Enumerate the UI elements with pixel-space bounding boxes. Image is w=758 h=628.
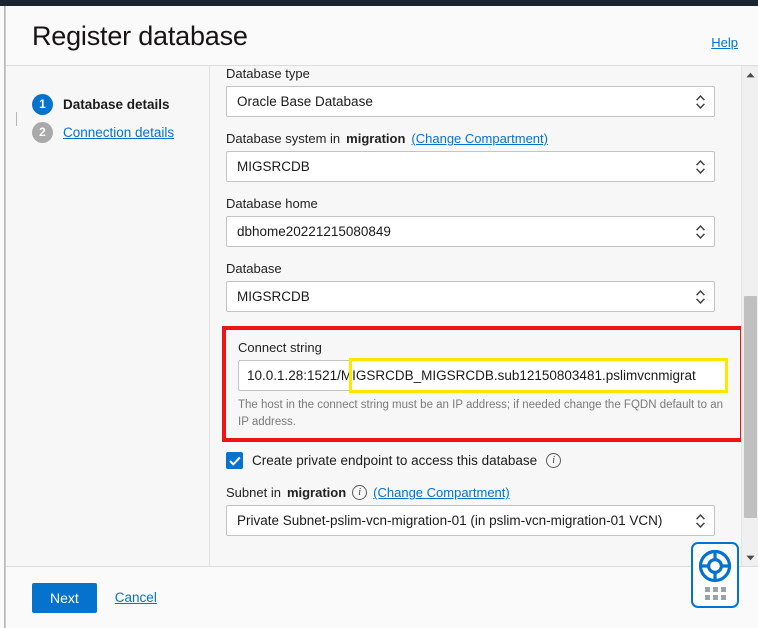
- info-icon[interactable]: i: [352, 485, 368, 501]
- label-database: Database: [226, 261, 739, 276]
- drag-handle-grip-icon[interactable]: [704, 587, 726, 600]
- private-endpoint-checkbox[interactable]: [226, 452, 243, 470]
- dialog-header: Register database Help: [6, 6, 758, 66]
- dialog-footer: Next Cancel: [6, 566, 758, 628]
- connect-string-hint: The host in the connect string must be a…: [238, 399, 723, 428]
- chevron-updown-icon[interactable]: [696, 159, 705, 174]
- label-connect-string-text: Connect string: [238, 340, 322, 355]
- step-number-badge-1: 1: [32, 93, 53, 115]
- chevron-updown-icon[interactable]: [696, 289, 705, 304]
- field-database: Database MIGSRCDB: [226, 261, 739, 312]
- screen-root: Register database Help 1 Database detail…: [0, 0, 758, 628]
- chevron-updown-icon[interactable]: [696, 224, 705, 239]
- chevron-updown-icon[interactable]: [696, 94, 705, 109]
- cancel-link[interactable]: Cancel: [115, 590, 157, 605]
- scroll-up-arrow-icon[interactable]: [742, 66, 758, 83]
- select-database-home[interactable]: dbhome20221215080849: [226, 216, 715, 247]
- private-endpoint-row: Create private endpoint to access this d…: [226, 452, 739, 470]
- label-database-home-text: Database home: [226, 196, 318, 211]
- step-connector-line: [16, 112, 17, 126]
- register-database-dialog: Register database Help 1 Database detail…: [6, 6, 758, 628]
- label-database-type-text: Database type: [226, 66, 310, 81]
- select-database-type-value: Oracle Base Database: [237, 94, 373, 109]
- info-icon[interactable]: i: [546, 453, 562, 469]
- form-content: Database type Oracle Base Database Datab…: [210, 66, 744, 550]
- select-database-system[interactable]: MIGSRCDB: [226, 151, 715, 182]
- background-page-sliver: [0, 6, 5, 628]
- select-database-system-value: MIGSRCDB: [237, 159, 310, 174]
- select-subnet-value: Private Subnet-pslim-vcn-migration-01 (i…: [237, 513, 663, 529]
- connect-string-input[interactable]: 10.0.1.28:1521/MIGSRCDB_MIGSRCDB.sub1215…: [238, 360, 727, 391]
- field-database-home: Database home dbhome20221215080849: [226, 196, 739, 247]
- select-database-value: MIGSRCDB: [237, 289, 310, 304]
- wizard-step-database-details[interactable]: 1 Database details: [32, 90, 209, 118]
- wizard-step-label-1: Database details: [63, 96, 170, 112]
- select-subnet[interactable]: Private Subnet-pslim-vcn-migration-01 (i…: [226, 505, 715, 537]
- next-button[interactable]: Next: [32, 582, 97, 613]
- change-compartment-link-subnet[interactable]: (Change Compartment): [373, 485, 510, 500]
- select-database-home-value: dbhome20221215080849: [237, 224, 391, 239]
- select-database-type[interactable]: Oracle Base Database: [226, 86, 715, 117]
- help-link[interactable]: Help: [711, 35, 738, 50]
- label-database-system-compartment: migration: [346, 131, 406, 146]
- select-database[interactable]: MIGSRCDB: [226, 281, 715, 312]
- label-database-system-prefix: Database system in: [226, 131, 341, 146]
- wizard-step-connection-details[interactable]: 2 Connection details: [32, 118, 209, 146]
- chevron-updown-icon[interactable]: [696, 513, 705, 528]
- label-database-system: Database system in migration (Change Com…: [226, 131, 739, 146]
- connect-string-value: 10.0.1.28:1521/MIGSRCDB_MIGSRCDB.sub1215…: [247, 368, 696, 383]
- form-vertical-scrollbar[interactable]: [741, 66, 758, 566]
- lifesaver-help-widget[interactable]: [691, 542, 739, 608]
- step-number-badge-2: 2: [32, 121, 53, 143]
- page-title: Register database: [32, 21, 248, 51]
- field-database-system: Database system in migration (Change Com…: [226, 131, 739, 182]
- label-database-type: Database type: [226, 66, 739, 81]
- label-database-home: Database home: [226, 196, 739, 211]
- lifesaver-icon: [698, 549, 732, 583]
- wizard-step-label-2[interactable]: Connection details: [63, 125, 174, 140]
- dialog-body: 1 Database details 2 Connection details …: [6, 66, 758, 566]
- connect-string-annotation-box: Connect string 10.0.1.28:1521/MIGSRCDB_M…: [222, 326, 744, 443]
- label-subnet-compartment: migration: [286, 485, 347, 501]
- private-endpoint-label: Create private endpoint to access this d…: [252, 453, 538, 469]
- field-subnet: Subnet in migration i (Change Compartmen…: [226, 485, 739, 537]
- scrollbar-thumb[interactable]: [744, 296, 757, 518]
- scroll-down-arrow-icon[interactable]: [742, 549, 758, 566]
- wizard-steps: 1 Database details 2 Connection details: [6, 66, 210, 566]
- label-connect-string: Connect string: [238, 340, 728, 355]
- change-compartment-link-database-system[interactable]: (Change Compartment): [411, 131, 548, 146]
- label-subnet: Subnet in migration i (Change Compartmen…: [226, 485, 739, 501]
- field-database-type: Database type Oracle Base Database: [226, 66, 739, 117]
- form-scroll-area: Database type Oracle Base Database Datab…: [210, 66, 758, 566]
- label-subnet-prefix: Subnet in: [226, 485, 281, 501]
- label-database-text: Database: [226, 261, 282, 276]
- connect-string-row: 10.0.1.28:1521/MIGSRCDB_MIGSRCDB.sub1215…: [238, 358, 728, 393]
